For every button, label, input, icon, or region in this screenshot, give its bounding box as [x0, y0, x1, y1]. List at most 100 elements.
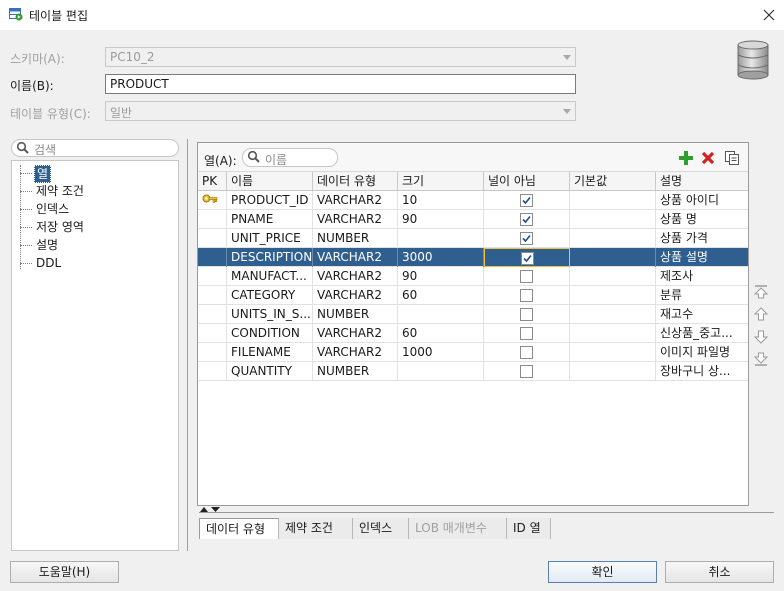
table-row[interactable]: CATEGORY VARCHAR2 60 분류 — [198, 286, 748, 305]
not-null-cell[interactable] — [484, 229, 570, 248]
nav-search-input[interactable]: 검색 — [11, 139, 179, 157]
pk-cell[interactable] — [198, 267, 227, 286]
pk-cell[interactable] — [198, 248, 227, 267]
table-row[interactable]: PNAME VARCHAR2 90 상품 명 — [198, 210, 748, 229]
column-search-input[interactable]: 이름 — [242, 148, 338, 167]
size-cell[interactable] — [398, 229, 484, 248]
desc-cell[interactable]: 상품 가격 — [656, 229, 748, 248]
not-null-cell[interactable] — [484, 286, 570, 305]
name-cell[interactable]: UNITS_IN_S... — [227, 305, 313, 324]
add-icon[interactable] — [678, 150, 694, 166]
size-cell[interactable]: 1000 — [398, 343, 484, 362]
not-null-checkbox[interactable] — [520, 194, 533, 207]
pk-cell[interactable] — [198, 343, 227, 362]
default-cell[interactable] — [570, 267, 656, 286]
table-row[interactable]: DESCRIPTION VARCHAR2 3000 상품 설명 — [198, 248, 748, 267]
type-cell[interactable]: VARCHAR2 — [313, 267, 398, 286]
tab-indexes[interactable]: 인덱스 — [353, 518, 409, 539]
table-row[interactable]: UNIT_PRICE NUMBER 상품 가격 — [198, 229, 748, 248]
table-row[interactable]: FILENAME VARCHAR2 1000 이미지 파일명 — [198, 343, 748, 362]
size-cell[interactable]: 60 — [398, 324, 484, 343]
default-cell[interactable] — [570, 305, 656, 324]
not-null-checkbox[interactable] — [520, 232, 533, 245]
size-cell[interactable]: 90 — [398, 267, 484, 286]
ok-button[interactable]: 확인 — [548, 561, 657, 583]
default-cell[interactable] — [570, 324, 656, 343]
not-null-cell[interactable] — [484, 267, 570, 286]
header-default[interactable]: 기본값 — [570, 172, 656, 191]
header-name[interactable]: 이름 — [227, 172, 313, 191]
type-cell[interactable]: NUMBER — [313, 229, 398, 248]
header-size[interactable]: 크기 — [398, 172, 484, 191]
table-row[interactable]: UNITS_IN_S... NUMBER 재고수 — [198, 305, 748, 324]
tab-id-column[interactable]: ID 열 — [507, 518, 551, 539]
copy-icon[interactable] — [724, 150, 740, 166]
not-null-checkbox[interactable] — [520, 308, 533, 321]
not-null-cell[interactable] — [484, 305, 570, 324]
pk-cell[interactable] — [198, 362, 227, 381]
delete-icon[interactable] — [700, 150, 716, 166]
name-cell[interactable]: PNAME — [227, 210, 313, 229]
header-not-null[interactable]: 널이 아님 — [484, 172, 570, 191]
pk-cell[interactable] — [198, 286, 227, 305]
pk-cell[interactable] — [198, 210, 227, 229]
cancel-button[interactable]: 취소 — [665, 561, 774, 583]
table-row[interactable]: CONDITION VARCHAR2 60 신상품_중고... — [198, 324, 748, 343]
header-comment[interactable]: 설명 — [656, 172, 748, 191]
not-null-cell[interactable] — [484, 248, 570, 267]
type-cell[interactable]: NUMBER — [313, 362, 398, 381]
desc-cell[interactable]: 이미지 파일명 — [656, 343, 748, 362]
not-null-cell[interactable] — [484, 191, 570, 210]
type-cell[interactable]: VARCHAR2 — [313, 324, 398, 343]
default-cell[interactable] — [570, 210, 656, 229]
not-null-cell[interactable] — [484, 343, 570, 362]
type-cell[interactable]: VARCHAR2 — [313, 343, 398, 362]
default-cell[interactable] — [570, 229, 656, 248]
size-cell[interactable]: 90 — [398, 210, 484, 229]
size-cell[interactable]: 3000 — [398, 248, 484, 267]
not-null-checkbox[interactable] — [520, 270, 533, 283]
move-bottom-icon[interactable] — [753, 351, 769, 367]
close-icon[interactable] — [758, 4, 780, 26]
splitter[interactable] — [187, 139, 188, 551]
move-down-icon[interactable] — [753, 329, 769, 345]
default-cell[interactable] — [570, 286, 656, 305]
move-up-icon[interactable] — [753, 306, 769, 322]
desc-cell[interactable]: 상품 설명 — [656, 248, 748, 267]
type-cell[interactable]: NUMBER — [313, 305, 398, 324]
not-null-checkbox[interactable] — [520, 365, 533, 378]
pk-cell[interactable] — [198, 191, 227, 210]
desc-cell[interactable]: 신상품_중고... — [656, 324, 748, 343]
default-cell[interactable] — [570, 362, 656, 381]
not-null-checkbox[interactable] — [521, 252, 534, 265]
type-cell[interactable]: VARCHAR2 — [313, 191, 398, 210]
name-cell[interactable]: MANUFACT... — [227, 267, 313, 286]
not-null-checkbox[interactable] — [520, 327, 533, 340]
move-top-icon[interactable] — [753, 284, 769, 300]
not-null-checkbox[interactable] — [520, 346, 533, 359]
not-null-cell[interactable] — [484, 362, 570, 381]
not-null-cell[interactable] — [484, 324, 570, 343]
size-cell[interactable]: 10 — [398, 191, 484, 210]
size-cell[interactable]: 60 — [398, 286, 484, 305]
default-cell[interactable] — [570, 191, 656, 210]
table-row[interactable]: QUANTITY NUMBER 장바구니 상... — [198, 362, 748, 381]
not-null-checkbox[interactable] — [520, 289, 533, 302]
desc-cell[interactable]: 분류 — [656, 286, 748, 305]
not-null-checkbox[interactable] — [520, 213, 533, 226]
pk-cell[interactable] — [198, 324, 227, 343]
desc-cell[interactable]: 상품 아이디 — [656, 191, 748, 210]
default-cell[interactable] — [570, 343, 656, 362]
desc-cell[interactable]: 재고수 — [656, 305, 748, 324]
tab-constraints[interactable]: 제약 조건 — [279, 518, 353, 539]
table-row[interactable]: MANUFACT... VARCHAR2 90 제조사 — [198, 267, 748, 286]
name-cell[interactable]: FILENAME — [227, 343, 313, 362]
not-null-cell[interactable] — [484, 210, 570, 229]
default-cell[interactable] — [570, 248, 656, 267]
name-input[interactable]: PRODUCT — [105, 74, 576, 94]
pk-cell[interactable] — [198, 229, 227, 248]
type-cell[interactable]: VARCHAR2 — [313, 286, 398, 305]
help-button[interactable]: 도움말(H) — [10, 561, 119, 583]
type-cell[interactable]: VARCHAR2 — [313, 210, 398, 229]
size-cell[interactable] — [398, 362, 484, 381]
